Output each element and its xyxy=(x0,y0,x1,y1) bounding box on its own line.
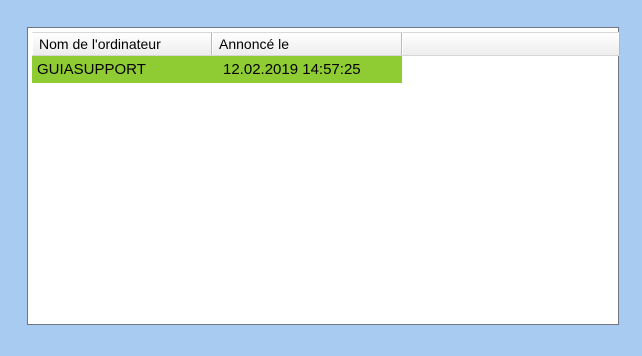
announced-at-cell: 12.02.2019 14:57:25 xyxy=(223,61,361,78)
list-rows: GUIASUPPORT 12.02.2019 14:57:25 xyxy=(32,56,402,83)
table-row[interactable]: GUIASUPPORT 12.02.2019 14:57:25 xyxy=(32,56,402,83)
window-background: Nom de l'ordinateur Annoncé le GUIASUPPO… xyxy=(0,0,642,356)
list-header: Nom de l'ordinateur Annoncé le xyxy=(32,32,620,56)
column-header-announced-at[interactable]: Annoncé le xyxy=(212,32,402,55)
computers-list[interactable]: Nom de l'ordinateur Annoncé le GUIASUPPO… xyxy=(27,27,620,325)
column-header-computer-name[interactable]: Nom de l'ordinateur xyxy=(32,32,212,55)
column-header-empty[interactable] xyxy=(402,32,620,55)
computer-name-cell: GUIASUPPORT xyxy=(37,61,146,78)
column-header-label: Annoncé le xyxy=(219,36,290,52)
column-header-label: Nom de l'ordinateur xyxy=(39,36,161,52)
